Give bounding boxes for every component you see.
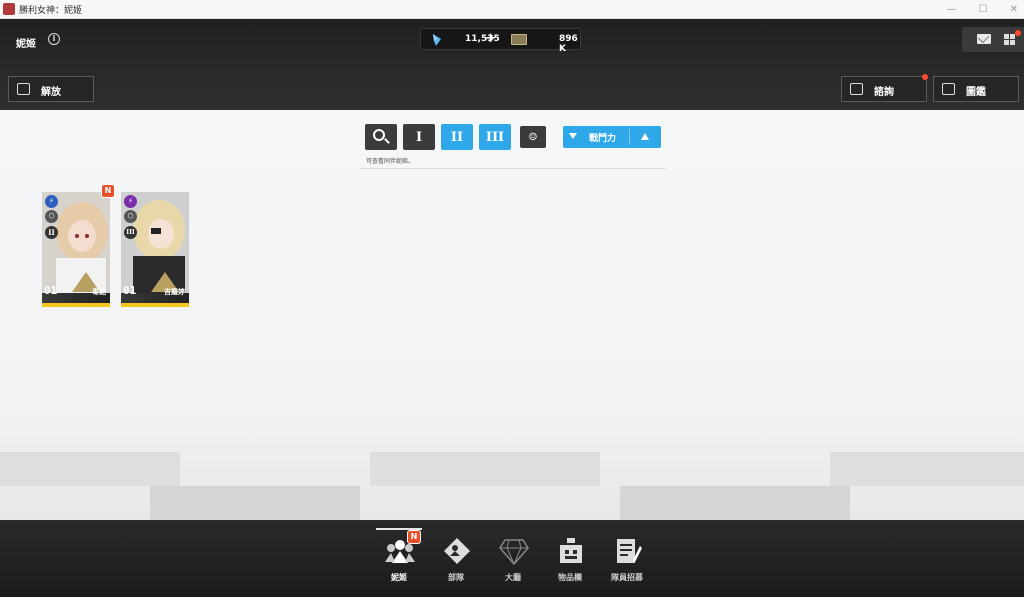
nav-label: 隊員招募 bbox=[611, 573, 643, 582]
recruit-icon bbox=[617, 539, 642, 563]
release-button[interactable]: 解放 bbox=[8, 76, 94, 102]
element-badge: ⚡ bbox=[45, 195, 58, 208]
currency-panel: 11,535 + 896 K bbox=[420, 28, 581, 54]
class-badge: ⬡ bbox=[124, 210, 137, 223]
gem-icon bbox=[433, 34, 441, 46]
hint-text: 可查看同伴妮姬。 bbox=[366, 158, 415, 165]
inquiry-label: 諮詢 bbox=[874, 87, 894, 98]
window-titlebar: 勝利女神：妮姬 — ☐ ✕ bbox=[0, 0, 1024, 19]
page-title: 妮姬 bbox=[16, 39, 36, 50]
new-badge: N bbox=[407, 530, 421, 544]
sort-ascending-icon[interactable] bbox=[641, 133, 649, 140]
nav-label: 部隊 bbox=[448, 573, 464, 582]
top-right-icons bbox=[962, 27, 1024, 52]
burst-badge: III bbox=[124, 226, 137, 239]
info-icon[interactable]: i bbox=[48, 33, 60, 45]
window-controls: — ☐ ✕ bbox=[947, 0, 1018, 19]
app-icon bbox=[3, 3, 15, 15]
close-icon[interactable]: ✕ bbox=[1010, 4, 1018, 15]
nav-squad[interactable]: 部隊 bbox=[428, 532, 484, 592]
nav-nikke[interactable]: N 妮姬 bbox=[371, 530, 427, 592]
burst-filter-1[interactable]: I bbox=[403, 124, 435, 150]
class-badge: ⬡ bbox=[45, 210, 58, 223]
add-gems-button[interactable]: + bbox=[485, 31, 496, 46]
codex-button[interactable]: 圖鑑 bbox=[933, 76, 1019, 102]
inquiry-button[interactable]: 諮詢 bbox=[841, 76, 927, 102]
bottom-nav: N 妮姬 部隊 大廳 物品欄 隊員招募 bbox=[0, 520, 1024, 597]
card-name: 吉羅婷 bbox=[164, 288, 185, 296]
nav-inventory[interactable]: 物品欄 bbox=[542, 532, 598, 592]
minimize-icon[interactable]: — bbox=[947, 4, 957, 15]
armor-icon bbox=[560, 538, 582, 563]
nav-label: 物品欄 bbox=[558, 573, 582, 582]
burst-filter-3[interactable]: III bbox=[479, 124, 511, 150]
smiley-filter-button[interactable]: ☺ bbox=[520, 126, 546, 148]
floor-pattern bbox=[0, 440, 1024, 520]
nav-recruit[interactable]: 隊員招募 bbox=[599, 532, 655, 592]
credit-icon bbox=[511, 34, 527, 45]
credit-count: 896 K bbox=[559, 34, 578, 54]
mail-icon[interactable] bbox=[977, 34, 991, 44]
burst-filter-2[interactable]: II bbox=[441, 124, 473, 150]
notification-dot bbox=[1015, 30, 1021, 36]
search-icon bbox=[373, 129, 385, 141]
sort-label: 戰鬥力 bbox=[589, 134, 617, 144]
search-button[interactable] bbox=[365, 124, 397, 150]
filter-icon bbox=[569, 133, 577, 139]
card-level: 01 bbox=[44, 284, 58, 297]
nav-lobby[interactable]: 大廳 bbox=[485, 532, 541, 592]
menu-grid-icon[interactable] bbox=[1004, 34, 1015, 45]
element-badge: ⚡ bbox=[124, 195, 137, 208]
diamond-icon bbox=[499, 539, 529, 566]
burst-badge: II bbox=[45, 226, 58, 239]
release-label: 解放 bbox=[41, 87, 61, 98]
nav-label: 妮姬 bbox=[391, 573, 407, 582]
card-level: 01 bbox=[123, 284, 137, 297]
squad-icon bbox=[444, 538, 470, 564]
inquiry-notification-dot bbox=[922, 74, 928, 80]
nav-label: 大廳 bbox=[505, 573, 521, 582]
sort-button[interactable]: 戰鬥力 bbox=[563, 126, 661, 148]
card-name: 毒蛇 bbox=[92, 288, 106, 296]
top-bar: 妮姬 i 11,535 + 896 K 解放 諮詢 圖鑑 bbox=[0, 19, 1024, 110]
divider bbox=[360, 168, 666, 169]
new-badge: N bbox=[101, 184, 115, 198]
maximize-icon[interactable]: ☐ bbox=[979, 4, 988, 15]
main-area: I II III ☺ 戰鬥力 可查看同伴妮姬。 ⚡ ⬡ II 01 毒蛇 N ⚡… bbox=[0, 110, 1024, 520]
nikke-card[interactable]: ⚡ ⬡ III 01 吉羅婷 bbox=[121, 192, 189, 307]
codex-label: 圖鑑 bbox=[966, 87, 986, 98]
window-title: 勝利女神：妮姬 bbox=[19, 5, 83, 16]
nikke-card[interactable]: ⚡ ⬡ II 01 毒蛇 bbox=[42, 192, 110, 307]
